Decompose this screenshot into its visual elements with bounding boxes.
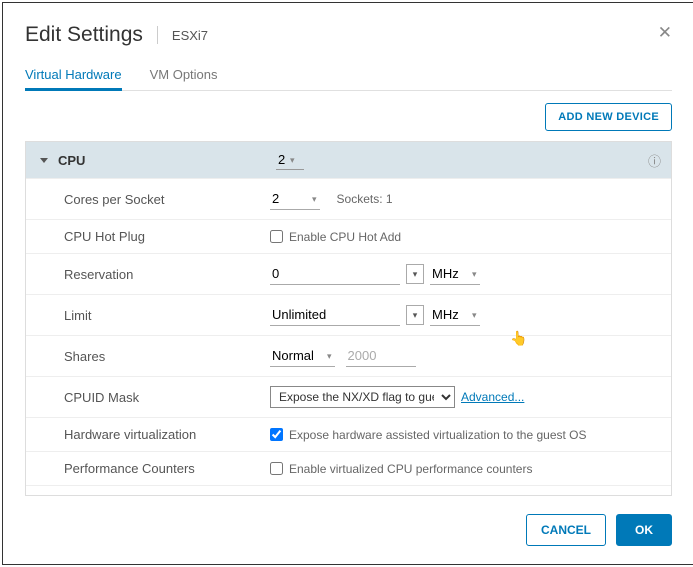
reservation-input[interactable] xyxy=(270,263,400,285)
reservation-label: Reservation xyxy=(64,267,270,282)
tab-vm-options[interactable]: VM Options xyxy=(150,61,218,90)
hwvirt-checkbox[interactable] xyxy=(270,428,283,441)
hwvirt-check-label: Expose hardware assisted virtualization … xyxy=(289,428,587,442)
reservation-unit-select[interactable]: MHz xyxy=(430,263,480,285)
sockets-text: Sockets: 1 xyxy=(337,192,393,206)
cores-select[interactable]: 2 xyxy=(270,188,320,210)
shares-label: Shares xyxy=(64,349,270,364)
row-scheduling-affinity: Scheduling Affinity ⓘ xyxy=(26,485,671,495)
row-shares: Shares Normal ▾ xyxy=(26,335,671,376)
tab-bar: Virtual Hardware VM Options xyxy=(25,61,672,91)
edit-settings-dialog: ✕ Edit Settings ESXi7 Virtual Hardware V… xyxy=(2,2,693,565)
row-limit: Limit ▾ MHz ▾ xyxy=(26,294,671,335)
row-hardware-virtualization: Hardware virtualization Expose hardware … xyxy=(26,417,671,451)
limit-unit-select[interactable]: MHz xyxy=(430,304,480,326)
hotplug-checkbox[interactable] xyxy=(270,230,283,243)
dialog-header: Edit Settings ESXi7 xyxy=(25,23,672,47)
settings-content: CPU 2 ▾ ⓘ Cores per Socket 2 ▾ Sockets: … xyxy=(25,141,672,496)
dialog-footer: CANCEL OK xyxy=(25,514,672,546)
dialog-title: Edit Settings xyxy=(25,23,143,47)
hwvirt-label: Hardware virtualization xyxy=(64,427,270,442)
cpuid-advanced-link[interactable]: Advanced... xyxy=(461,390,524,404)
limit-input[interactable] xyxy=(270,304,400,326)
info-icon[interactable]: ⓘ xyxy=(648,151,661,170)
hotplug-label: CPU Hot Plug xyxy=(64,229,270,244)
shares-select[interactable]: Normal xyxy=(270,345,335,367)
cpu-label: CPU xyxy=(58,153,276,168)
settings-scroll[interactable]: CPU 2 ▾ ⓘ Cores per Socket 2 ▾ Sockets: … xyxy=(26,142,671,495)
limit-dropdown-button[interactable]: ▾ xyxy=(406,305,424,325)
shares-number-input[interactable] xyxy=(346,345,416,367)
tab-virtual-hardware[interactable]: Virtual Hardware xyxy=(25,61,122,91)
row-reservation: Reservation ▾ MHz ▾ xyxy=(26,253,671,294)
row-cpu-hot-plug: CPU Hot Plug Enable CPU Hot Add xyxy=(26,219,671,253)
perf-label: Performance Counters xyxy=(64,461,270,476)
add-device-row: ADD NEW DEVICE xyxy=(25,103,672,131)
cpu-section-header[interactable]: CPU 2 ▾ ⓘ xyxy=(26,142,671,178)
perf-check-label: Enable virtualized CPU performance count… xyxy=(289,462,532,476)
cpuid-label: CPUID Mask xyxy=(64,390,270,405)
divider xyxy=(157,26,158,44)
cancel-button[interactable]: CANCEL xyxy=(526,514,606,546)
cpu-count-select[interactable]: 2 xyxy=(276,150,304,170)
perf-checkbox[interactable] xyxy=(270,462,283,475)
close-icon[interactable]: ✕ xyxy=(658,23,672,43)
reservation-dropdown-button[interactable]: ▾ xyxy=(406,264,424,284)
ok-button[interactable]: OK xyxy=(616,514,672,546)
hotplug-check-label: Enable CPU Hot Add xyxy=(289,230,401,244)
cores-label: Cores per Socket xyxy=(64,192,270,207)
row-cpuid-mask: CPUID Mask Expose the NX/XD flag to gues… xyxy=(26,376,671,417)
add-new-device-button[interactable]: ADD NEW DEVICE xyxy=(545,103,672,131)
chevron-down-icon xyxy=(40,158,48,163)
dialog-subtitle: ESXi7 xyxy=(172,28,208,43)
row-performance-counters: Performance Counters Enable virtualized … xyxy=(26,451,671,485)
row-cores-per-socket: Cores per Socket 2 ▾ Sockets: 1 xyxy=(26,178,671,219)
limit-label: Limit xyxy=(64,308,270,323)
cpuid-mask-select[interactable]: Expose the NX/XD flag to guest ▼ xyxy=(270,386,455,408)
